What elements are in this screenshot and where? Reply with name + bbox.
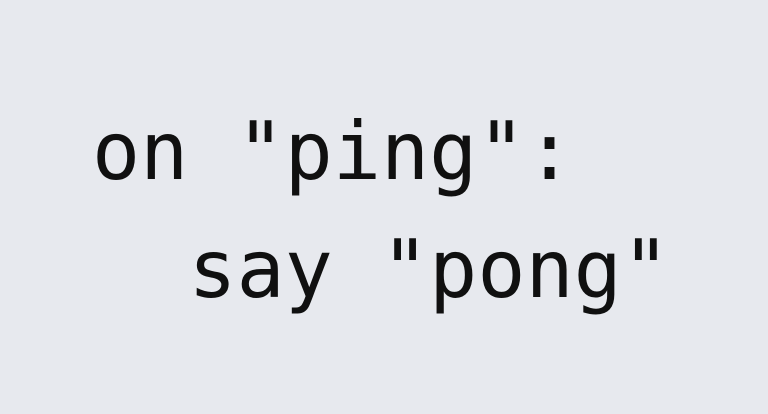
code-snippet: on "ping": say "pong" bbox=[0, 0, 768, 414]
code-line-1: on "ping": bbox=[92, 105, 574, 198]
code-line-2: say "pong" bbox=[92, 223, 670, 316]
